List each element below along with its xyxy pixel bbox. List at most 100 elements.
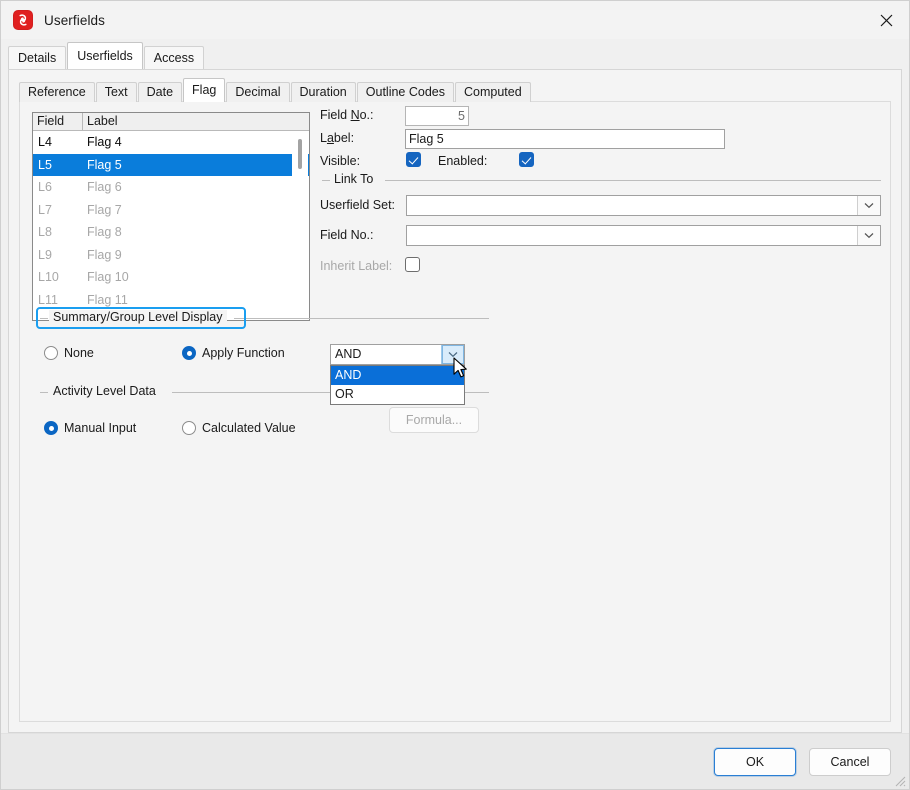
summary-group-line-left: [40, 318, 48, 319]
label-row: Label:: [320, 131, 354, 145]
row-field: L8: [38, 225, 52, 240]
label-label: Label:: [320, 131, 355, 145]
resize-grip-icon[interactable]: [893, 774, 906, 787]
tab-computed[interactable]: Computed: [454, 82, 531, 102]
close-icon[interactable]: [863, 1, 909, 39]
summary-group-line-right: [234, 318, 489, 319]
row-label: Flag 6: [87, 180, 122, 195]
link-field-no-combo[interactable]: [406, 225, 881, 246]
summary-group-caption: Summary/Group Level Display: [49, 310, 227, 324]
userfields-dialog: Userfields Details Userfields Access Ref…: [0, 0, 910, 790]
field-list-header: Field Label: [33, 113, 309, 131]
radio-calculated-value[interactable]: [182, 421, 196, 435]
row-label: Flag 9: [87, 247, 122, 262]
tab-details[interactable]: Details: [8, 46, 67, 69]
row-label: Flag 5: [87, 157, 122, 172]
userfield-set-combo[interactable]: [406, 195, 881, 216]
function-dropdown-list[interactable]: AND OR: [330, 365, 465, 405]
summary-option-apply-function[interactable]: Apply Function: [182, 346, 285, 360]
ok-button[interactable]: OK: [714, 747, 796, 776]
formula-button[interactable]: Formula...: [389, 407, 479, 433]
window-title: Userfields: [44, 12, 106, 28]
row-label: Flag 8: [87, 225, 122, 240]
field-no-label: Field No.:: [320, 108, 374, 122]
row-label: Flag 11: [87, 292, 128, 307]
table-row[interactable]: L10 Flag 10: [33, 266, 309, 289]
row-field: L7: [38, 202, 52, 217]
title-bar: Userfields: [1, 1, 909, 39]
radio-manual-input-label: Manual Input: [64, 421, 137, 435]
userfield-set-label: Userfield Set:: [320, 198, 396, 212]
tab-date[interactable]: Date: [137, 82, 183, 102]
dialog-footer: OK Cancel: [1, 733, 909, 789]
dropdown-item-or[interactable]: OR: [331, 385, 464, 404]
table-row[interactable]: L8 Flag 8: [33, 221, 309, 244]
inherit-label-row: Inherit Label:: [320, 259, 392, 273]
row-field: L6: [38, 180, 52, 195]
label-input[interactable]: Flag 5: [405, 129, 725, 149]
tab-flag[interactable]: Flag: [183, 78, 226, 102]
tab-access[interactable]: Access: [143, 46, 205, 69]
dropdown-item-and[interactable]: AND: [331, 366, 464, 385]
chevron-down-icon[interactable]: [441, 345, 464, 364]
enabled-label: Enabled:: [438, 154, 488, 168]
enabled-checkbox[interactable]: [519, 152, 534, 167]
inner-tab-strip: Reference Text Date Flag Decimal Duratio…: [19, 78, 891, 102]
row-field: L10: [38, 270, 59, 285]
radio-none[interactable]: [44, 346, 58, 360]
row-field: L11: [38, 292, 58, 307]
scrollbar-thumb[interactable]: [298, 139, 302, 169]
field-no-input[interactable]: 5: [405, 106, 469, 126]
radio-manual-input[interactable]: [44, 421, 58, 435]
link-to-group-line-left: [322, 180, 330, 181]
tab-reference[interactable]: Reference: [19, 82, 95, 102]
function-combo[interactable]: AND: [330, 344, 465, 365]
app-logo-icon: [13, 10, 33, 30]
field-list[interactable]: Field Label L4 Flag 4 L5 Flag 5 L6 Flag …: [32, 112, 310, 321]
radio-none-label: None: [64, 346, 94, 360]
chevron-down-icon[interactable]: [857, 226, 880, 245]
inherit-label-checkbox[interactable]: [405, 257, 420, 272]
flag-tab-page: Field Label L4 Flag 4 L5 Flag 5 L6 Flag …: [19, 101, 891, 722]
table-row[interactable]: L4 Flag 4: [33, 131, 309, 154]
inherit-label-label: Inherit Label:: [320, 259, 393, 273]
activity-group-caption: Activity Level Data: [49, 384, 160, 398]
table-row[interactable]: L7 Flag 7: [33, 199, 309, 222]
userfield-set-row: Userfield Set:: [320, 198, 395, 212]
radio-apply-function[interactable]: [182, 346, 196, 360]
table-row[interactable]: L6 Flag 6: [33, 176, 309, 199]
row-label: Flag 7: [87, 202, 122, 217]
radio-apply-function-label: Apply Function: [202, 346, 285, 360]
tab-decimal[interactable]: Decimal: [226, 82, 290, 102]
chevron-down-icon[interactable]: [857, 196, 880, 215]
radio-calculated-value-label: Calculated Value: [202, 421, 296, 435]
table-row[interactable]: L9 Flag 9: [33, 244, 309, 267]
tab-duration[interactable]: Duration: [290, 82, 356, 102]
row-field: L4: [38, 135, 52, 150]
outer-tab-strip: Details Userfields Access: [1, 39, 909, 69]
column-header-field: Field: [33, 113, 83, 130]
link-to-group-caption: Link To: [330, 172, 378, 186]
visible-checkbox[interactable]: [406, 152, 421, 167]
tab-outline-codes[interactable]: Outline Codes: [356, 82, 454, 102]
summary-option-none[interactable]: None: [44, 346, 94, 360]
tab-text[interactable]: Text: [95, 82, 137, 102]
activity-option-manual-input[interactable]: Manual Input: [44, 421, 136, 435]
cancel-button[interactable]: Cancel: [809, 747, 891, 776]
row-label: Flag 10: [87, 270, 129, 285]
activity-group-line-left: [40, 392, 48, 393]
column-header-label: Label: [87, 114, 118, 128]
field-list-scrollbar[interactable]: [292, 132, 308, 319]
userfields-tab-page: Reference Text Date Flag Decimal Duratio…: [8, 69, 902, 733]
activity-option-calculated-value[interactable]: Calculated Value: [182, 421, 296, 435]
row-field: L9: [38, 247, 52, 262]
link-field-no-row: Field No.:: [320, 228, 374, 242]
tab-userfields[interactable]: Userfields: [67, 42, 143, 69]
link-field-no-label: Field No.:: [320, 228, 374, 242]
link-to-group-line-right: [385, 180, 881, 181]
row-label: Flag 4: [87, 135, 122, 150]
table-row-selected[interactable]: L5 Flag 5: [33, 153, 309, 176]
table-row[interactable]: L11 Flag 11: [33, 289, 309, 312]
row-field: L5: [38, 157, 52, 172]
enabled-row: Enabled:: [438, 154, 487, 168]
